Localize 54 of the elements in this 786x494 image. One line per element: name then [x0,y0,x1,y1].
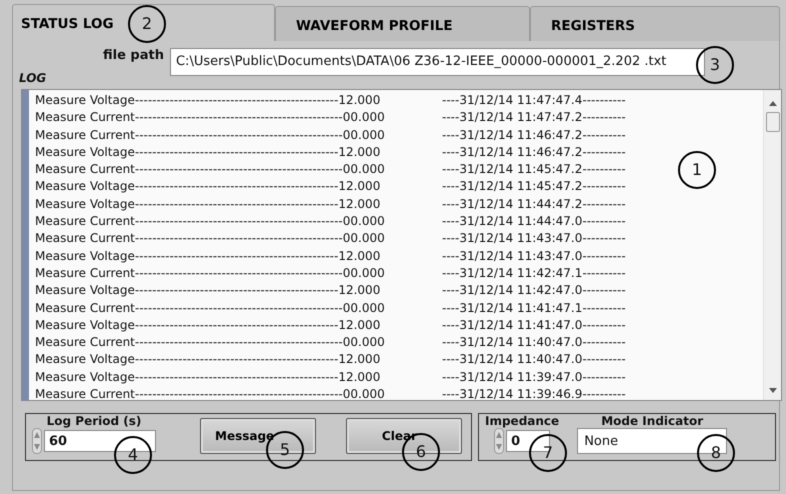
log-entry: Measure Voltage-----------------------------------------------12.000 [35,92,382,109]
log-entry: Measure Voltage-----------------------------------------------12.000 [35,282,382,300]
log-timestamp: ----31/12/14 11:45:47.2---------- [442,178,626,196]
callout-marker: 8 [697,434,735,472]
tab[interactable]: WAVEFORM PROFILE [275,6,530,41]
log-timestamp: ----31/12/14 11:43:47.0---------- [442,248,626,265]
impedance-label: Impedance [485,414,560,428]
callout-marker: 7 [529,434,567,472]
log-timestamp: ----31/12/14 11:44:47.0---------- [442,213,626,230]
log-timestamp: ----31/12/14 11:46:47.2---------- [442,126,626,144]
log-timestamp: ----31/12/14 11:39:47.0---------- [442,368,626,386]
log-timestamp: ----31/12/14 11:41:47.1---------- [442,300,626,317]
log-timestamp: ----31/12/14 11:47:47.4---------- [442,92,626,109]
log-entry: Measure Voltage-----------------------------------------------12.000 [35,144,382,161]
log-entry: Measure Voltage-----------------------------------------------12.000 [35,178,382,196]
log-entry: Measure Voltage-----------------------------------------------12.000 [35,351,382,368]
file-path-label: file path [103,47,164,65]
log-period-label: Log Period (s) [46,414,142,428]
log-timestamp: ----31/12/14 11:41:47.0---------- [442,316,626,334]
spinner-icon[interactable] [32,428,42,454]
scroll-down-icon[interactable] [768,386,776,394]
log-entry: Measure Current------------------------------------------------00.000 [35,161,386,178]
log-entry: Measure Voltage-----------------------------------------------12.000 [35,368,382,386]
scroll-thumb[interactable] [766,112,780,132]
log-entry: Measure Voltage-----------------------------------------------12.000 [35,196,382,213]
spinner-icon[interactable] [494,428,504,454]
callout-marker: 4 [114,436,152,474]
log-timestamp: ----31/12/14 11:43:47.0---------- [442,230,626,248]
log-label: LOG [19,70,48,87]
log-timestamp: ----31/12/14 11:39:46.9---------- [442,386,626,404]
mode-indicator-label: Mode Indicator [601,414,704,428]
log-timestamp: ----31/12/14 11:40:47.0---------- [442,351,626,368]
log-entry: Measure Current------------------------------------------------00.000 [35,126,386,144]
log-entry: Measure Current------------------------------------------------00.000 [35,213,386,230]
tab[interactable]: REGISTERS [530,6,780,41]
log-timestamp: ----31/12/14 11:46:47.2---------- [442,144,626,161]
log-entry: Measure Voltage-----------------------------------------------12.000 [35,316,382,334]
log-timestamp: ----31/12/14 11:42:47.0---------- [442,282,626,300]
file-path-field[interactable]: C:\Users\Public\Documents\DATA\06 Z36-12-IEEE_00000-000001_2.202 .txt [170,48,705,76]
log-entry: Measure Current------------------------------------------------00.000 [35,264,386,282]
log-entry: Measure Current------------------------------------------------00.000 [35,109,386,126]
log-entry: Measure Current------------------------------------------------00.000 [35,386,386,404]
log-timestamp: ----31/12/14 11:42:47.1---------- [442,264,626,282]
log-timestamp: ----31/12/14 11:45:47.2---------- [442,161,626,178]
log-entry: Measure Current------------------------------------------------00.000 [35,230,386,248]
log-entry: Measure Current------------------------------------------------00.000 [35,300,386,317]
scrollbar[interactable] [763,90,781,400]
log-entry: Measure Voltage-----------------------------------------------12.000 [35,248,382,265]
log-entry: Measure Current------------------------------------------------00.000 [35,334,386,352]
scroll-up-icon[interactable] [768,100,776,108]
log-timestamp: ----31/12/14 11:44:47.2---------- [442,196,626,213]
log-timestamp: ----31/12/14 11:40:47.0---------- [442,334,626,352]
callout-marker: 2 [128,5,166,43]
log-timestamp: ----31/12/14 11:47:47.2---------- [442,109,626,126]
